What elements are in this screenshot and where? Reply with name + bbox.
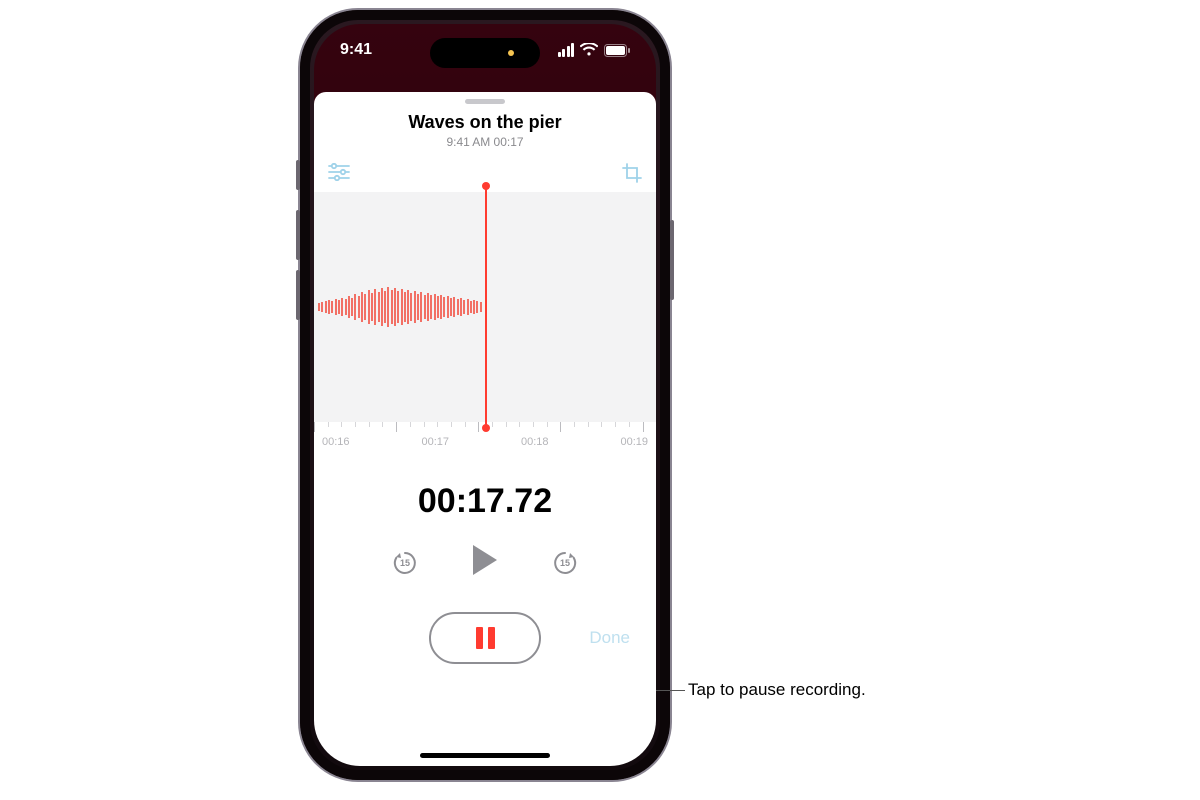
silent-switch bbox=[296, 160, 300, 190]
callout-text: Tap to pause recording. bbox=[688, 680, 866, 700]
status-time: 9:41 bbox=[340, 41, 372, 59]
cellular-icon bbox=[558, 43, 575, 57]
home-indicator[interactable] bbox=[420, 753, 550, 758]
tick-label: 00:18 bbox=[521, 436, 549, 448]
sheet-grabber[interactable] bbox=[465, 99, 505, 104]
screen: 9:41 Waves on the pier 9:41 AM 00:17 bbox=[314, 24, 656, 766]
sliders-icon bbox=[328, 163, 350, 181]
phone-frame: 9:41 Waves on the pier 9:41 AM 00:17 bbox=[300, 10, 670, 780]
tick-label: 00:17 bbox=[421, 436, 449, 448]
play-button[interactable] bbox=[469, 543, 501, 582]
volume-down-button bbox=[296, 270, 300, 320]
recording-sheet: Waves on the pier 9:41 AM 00:17 bbox=[314, 92, 656, 766]
tick-label: 00:19 bbox=[620, 436, 648, 448]
trim-button[interactable] bbox=[622, 163, 642, 188]
crop-icon bbox=[622, 163, 642, 183]
skip-forward-button[interactable]: 15 bbox=[551, 549, 579, 577]
battery-icon bbox=[604, 44, 630, 57]
options-button[interactable] bbox=[328, 163, 350, 188]
elapsed-timer: 00:17.72 bbox=[314, 482, 656, 521]
volume-up-button bbox=[296, 210, 300, 260]
pause-record-button[interactable] bbox=[429, 612, 541, 664]
play-icon bbox=[469, 543, 501, 577]
side-button bbox=[670, 220, 674, 300]
waveform-area[interactable] bbox=[314, 192, 656, 422]
skip-forward-label: 15 bbox=[551, 549, 579, 577]
tick-label: 00:16 bbox=[322, 436, 350, 448]
recording-subtitle: 9:41 AM 00:17 bbox=[314, 135, 656, 149]
skip-back-label: 15 bbox=[391, 549, 419, 577]
dynamic-island bbox=[430, 38, 540, 68]
pause-icon bbox=[476, 627, 495, 649]
playhead[interactable] bbox=[485, 186, 487, 428]
skip-back-button[interactable]: 15 bbox=[391, 549, 419, 577]
done-button[interactable]: Done bbox=[589, 628, 630, 648]
recording-title[interactable]: Waves on the pier bbox=[314, 112, 656, 133]
transport-controls: 15 15 bbox=[314, 543, 656, 582]
waveform bbox=[314, 192, 485, 422]
wifi-icon bbox=[580, 43, 598, 57]
